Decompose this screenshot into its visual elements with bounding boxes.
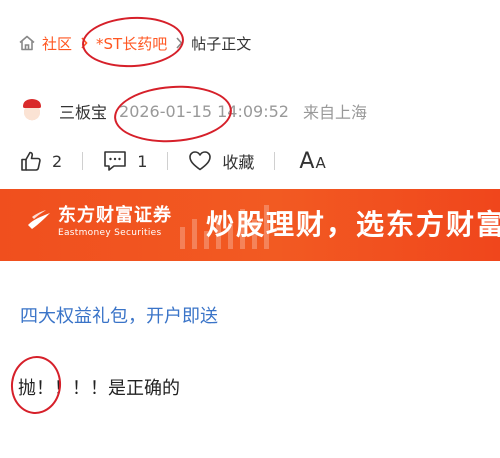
brand-name-en: Eastmoney Securities (58, 228, 162, 238)
like-button[interactable]: 2 (20, 150, 62, 172)
eastmoney-logo-icon (28, 210, 50, 229)
brand-name-cn: 东方财富证券 (58, 205, 172, 226)
ad-banner[interactable]: 东方财富证券 Eastmoney Securities 炒股理财，选东方财富 (0, 189, 500, 261)
chevron-right-icon (78, 37, 90, 49)
comment-icon (103, 150, 127, 172)
favorite-label: 收藏 (222, 153, 255, 172)
divider (167, 152, 169, 170)
breadcrumb-current: 帖子正文 (191, 34, 252, 53)
post-content: 抛！！！！是正确的 (18, 378, 180, 399)
chevron-right-icon (173, 37, 185, 49)
favorite-button[interactable]: 收藏 (188, 149, 254, 173)
divider (274, 152, 276, 170)
thumbs-up-icon (20, 150, 42, 172)
home-icon[interactable] (18, 34, 36, 52)
comment-button[interactable]: 1 (103, 150, 147, 172)
breadcrumb-stock-bar-link[interactable]: *ST长药吧 (96, 33, 167, 54)
comment-count: 1 (137, 151, 148, 171)
post-meta: 三板宝 2026-01-15 14:09:52 来自上海 (20, 97, 367, 125)
eastmoney-logo: 东方财富证券 Eastmoney Securities (26, 205, 172, 239)
heart-icon (188, 150, 212, 172)
avatar[interactable] (20, 99, 44, 123)
font-size-large-label: A (299, 148, 315, 174)
breadcrumb-community-link[interactable]: 社区 (42, 33, 72, 54)
promo-link[interactable]: 四大权益礼包，开户即送 (20, 302, 218, 328)
author-name[interactable]: 三板宝 (59, 99, 107, 123)
breadcrumb: 社区 *ST长药吧 帖子正文 (18, 30, 251, 56)
divider (82, 152, 84, 170)
post-page: 社区 *ST长药吧 帖子正文 三板宝 2026-01-15 14:09:52 来… (0, 0, 500, 458)
banner-slogan: 炒股理财，选东方财富 (206, 208, 500, 241)
action-bar: 2 1 收藏 A A (20, 146, 326, 176)
like-count: 2 (52, 151, 63, 171)
post-location: 来自上海 (302, 103, 367, 122)
font-size-toggle[interactable]: A A (299, 149, 325, 174)
font-size-small-label: A (315, 153, 326, 172)
post-time: 2026-01-15 14:09:52 (119, 101, 289, 121)
